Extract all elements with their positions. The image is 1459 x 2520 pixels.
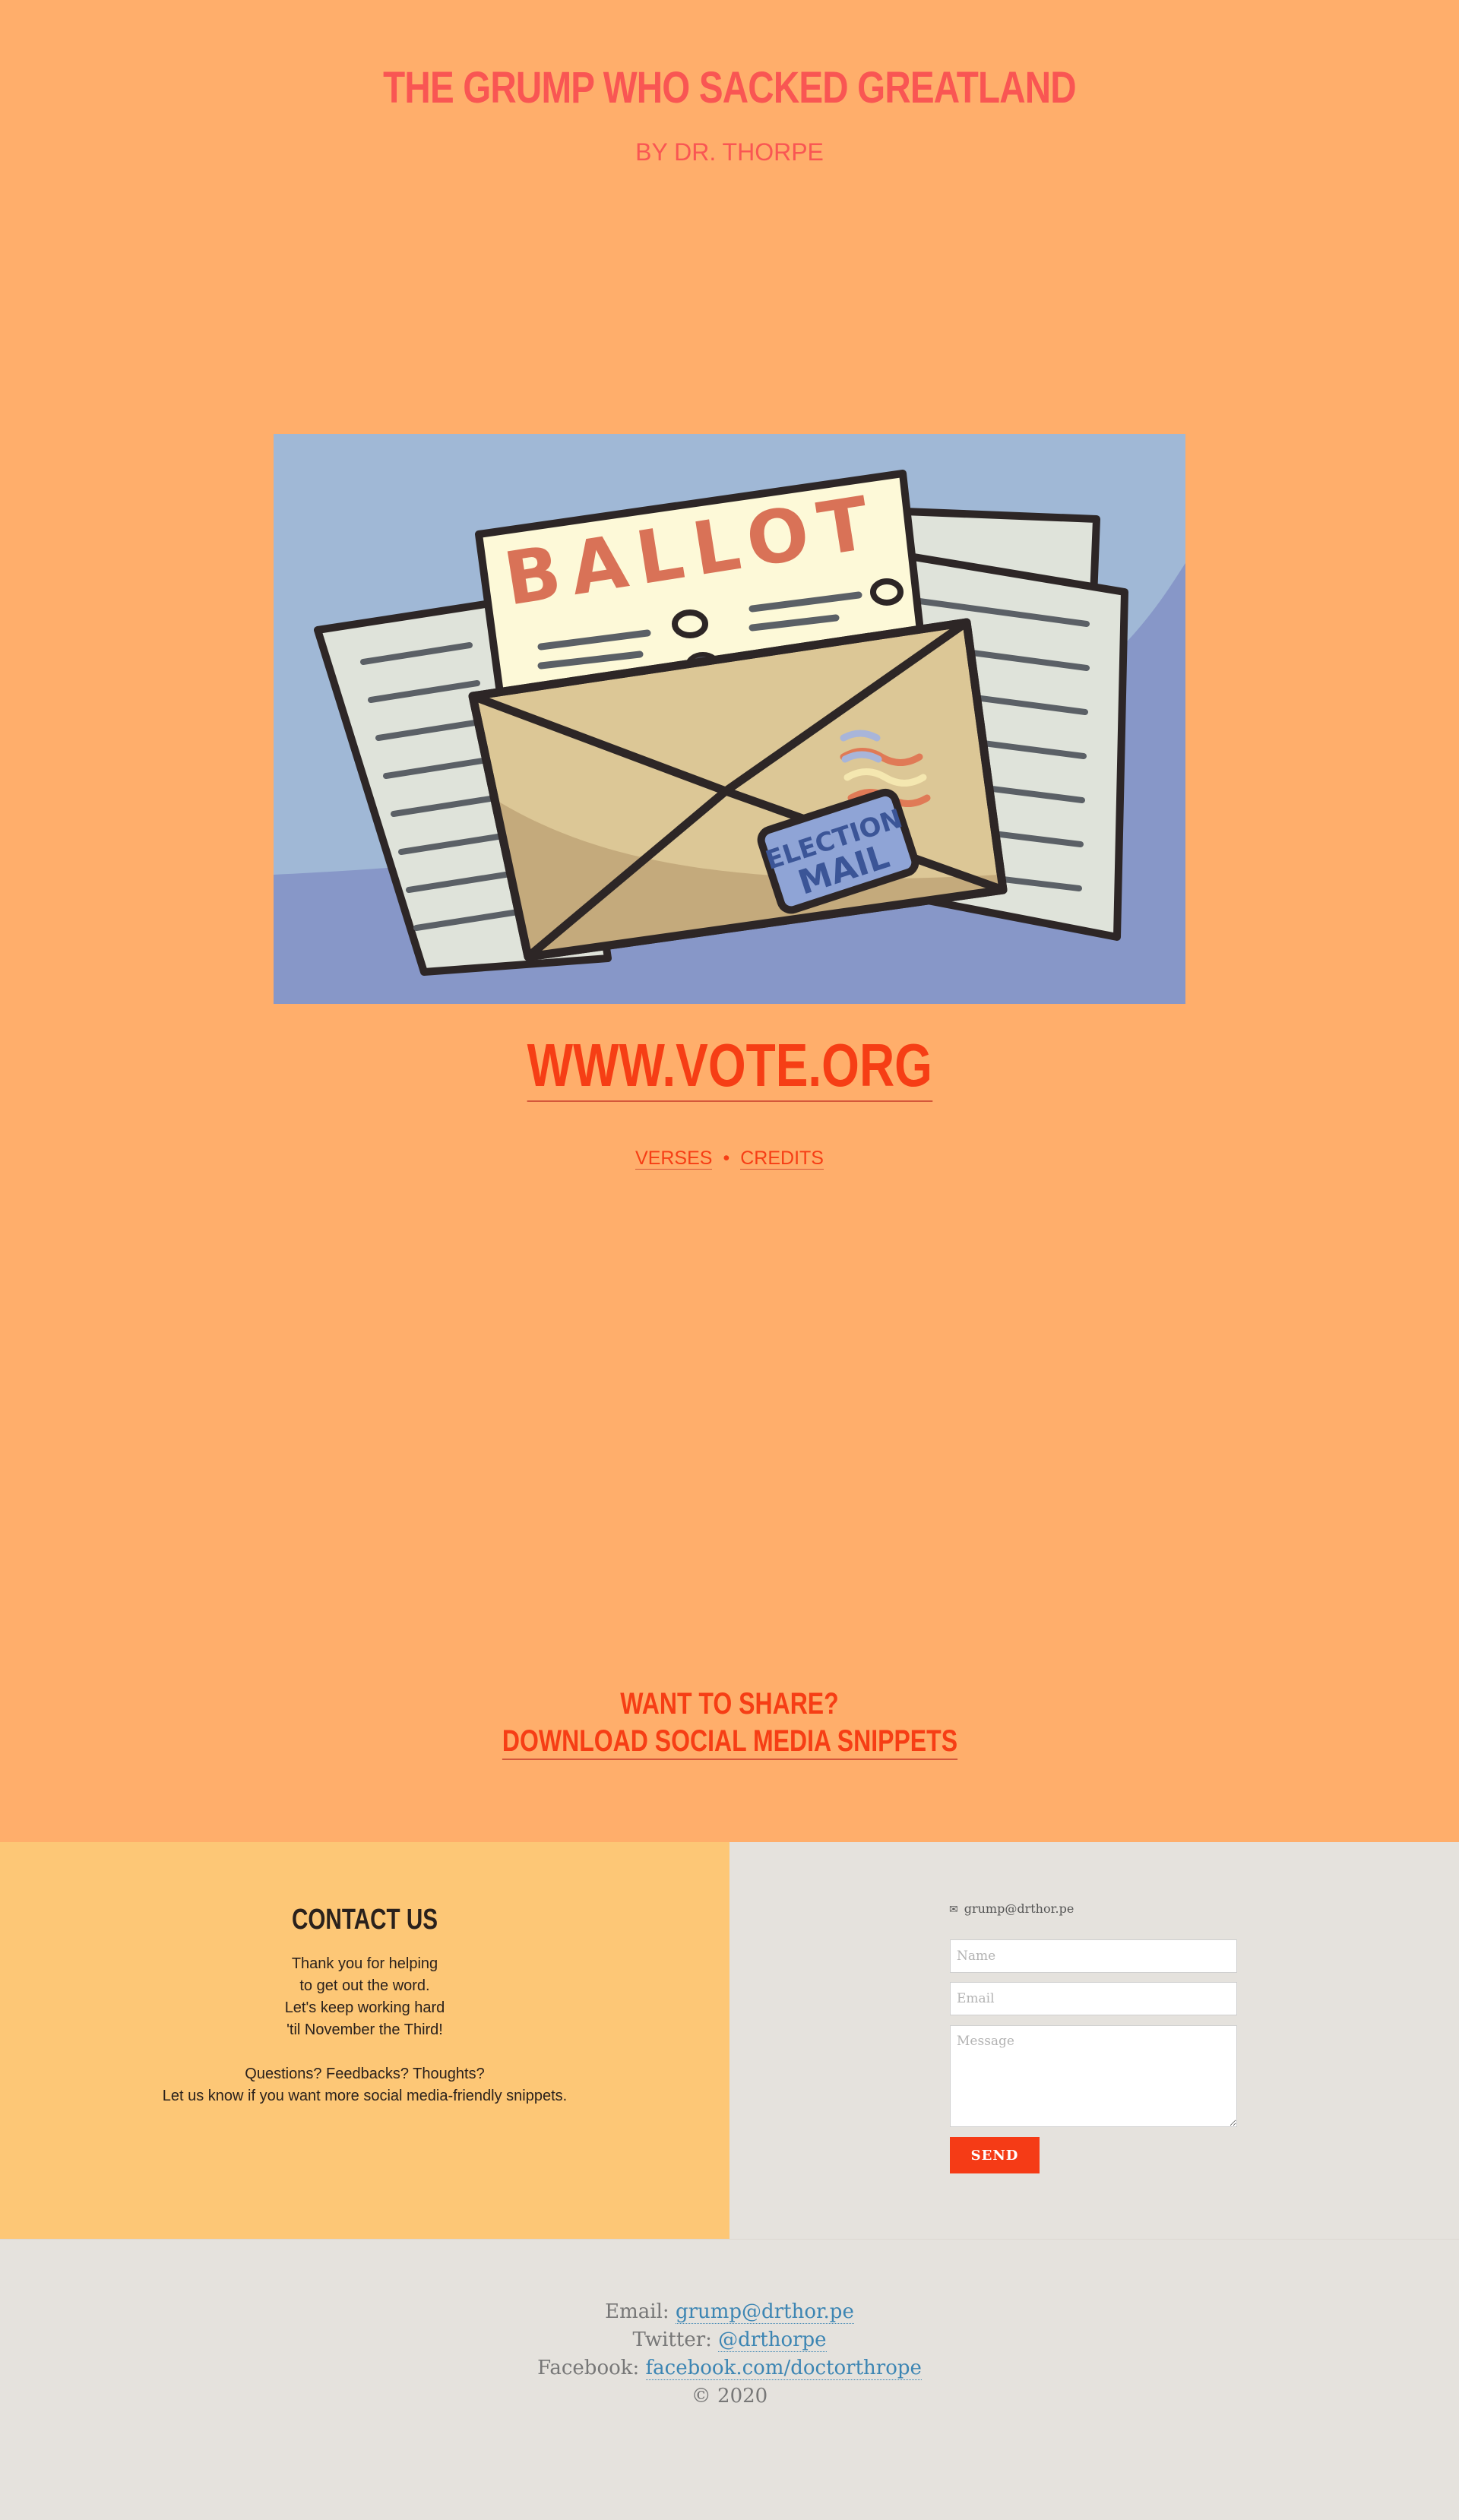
contact-info-panel: CONTACT US Thank you for helping to get … — [0, 1842, 730, 2239]
footer-twitter-row: Twitter: @drthorpe — [0, 2326, 1459, 2354]
sub-navigation: VERSES • CREDITS — [0, 1148, 1459, 1170]
contact-email: ✉ grump@drthor.pe — [949, 1901, 1074, 1916]
contact-line: Let us know if you want more social medi… — [162, 2088, 568, 2104]
footer-contact-info: Email: grump@drthor.pe Twitter: @drthorp… — [0, 2298, 1459, 2411]
contact-message: Thank you for helping to get out the wor… — [0, 1953, 730, 2107]
contact-line: Thank you for helping — [291, 1955, 438, 1972]
share-section: WANT TO SHARE? DOWNLOAD SOCIAL MEDIA SNI… — [0, 1687, 1459, 1760]
message-input[interactable] — [950, 2025, 1237, 2127]
download-snippets-link[interactable]: DOWNLOAD SOCIAL MEDIA SNIPPETS — [502, 1724, 957, 1760]
hero-section: THE GRUMP WHO SACKED GREATLAND BY DR. TH… — [0, 0, 1459, 1842]
footer-email-row: Email: grump@drthor.pe — [0, 2298, 1459, 2326]
contact-line: Let's keep working hard — [284, 1999, 445, 2016]
contact-line: Questions? Feedbacks? Thoughts? — [245, 2066, 485, 2082]
email-input[interactable] — [950, 1982, 1237, 2015]
footer-email-link[interactable]: grump@drthor.pe — [675, 2300, 854, 2324]
footer-email-label: Email: — [605, 2300, 669, 2323]
vote-org-link[interactable]: WWW.VOTE.ORG — [527, 1030, 932, 1102]
contact-line: to get out the word. — [299, 1977, 430, 1994]
footer-twitter-link[interactable]: @drthorpe — [718, 2328, 827, 2352]
footer: Email: grump@drthor.pe Twitter: @drthorp… — [0, 2239, 1459, 2520]
contact-line: 'til November the Third! — [286, 2021, 443, 2038]
credits-link[interactable]: CREDITS — [740, 1148, 824, 1170]
nav-separator: • — [723, 1148, 730, 1169]
ballot-mail-illustration: BALLOT ELECTION MAIL — [274, 434, 1185, 1004]
contact-title: CONTACT US — [291, 1904, 438, 1936]
vote-link-container: WWW.VOTE.ORG — [0, 1030, 1459, 1102]
author-byline: BY DR. THORPE — [635, 138, 824, 166]
share-question: WANT TO SHARE? — [620, 1687, 839, 1721]
name-input[interactable] — [950, 1939, 1237, 1973]
footer-facebook-row: Facebook: facebook.com/doctorthrope — [0, 2354, 1459, 2382]
send-button[interactable]: SEND — [950, 2137, 1040, 2173]
footer-facebook-link[interactable]: facebook.com/doctorthrope — [645, 2357, 922, 2380]
contact-email-address: grump@drthor.pe — [964, 1901, 1074, 1916]
footer-twitter-label: Twitter: — [632, 2328, 712, 2351]
verses-link[interactable]: VERSES — [635, 1148, 713, 1170]
page-title: THE GRUMP WHO SACKED GREATLAND — [383, 63, 1076, 112]
envelope-icon: ✉ — [949, 1904, 958, 1916]
copyright: © 2020 — [691, 2385, 768, 2408]
contact-form-panel: ✉ grump@drthor.pe SEND — [730, 1842, 1459, 2239]
footer-facebook-label: Facebook: — [537, 2357, 640, 2379]
